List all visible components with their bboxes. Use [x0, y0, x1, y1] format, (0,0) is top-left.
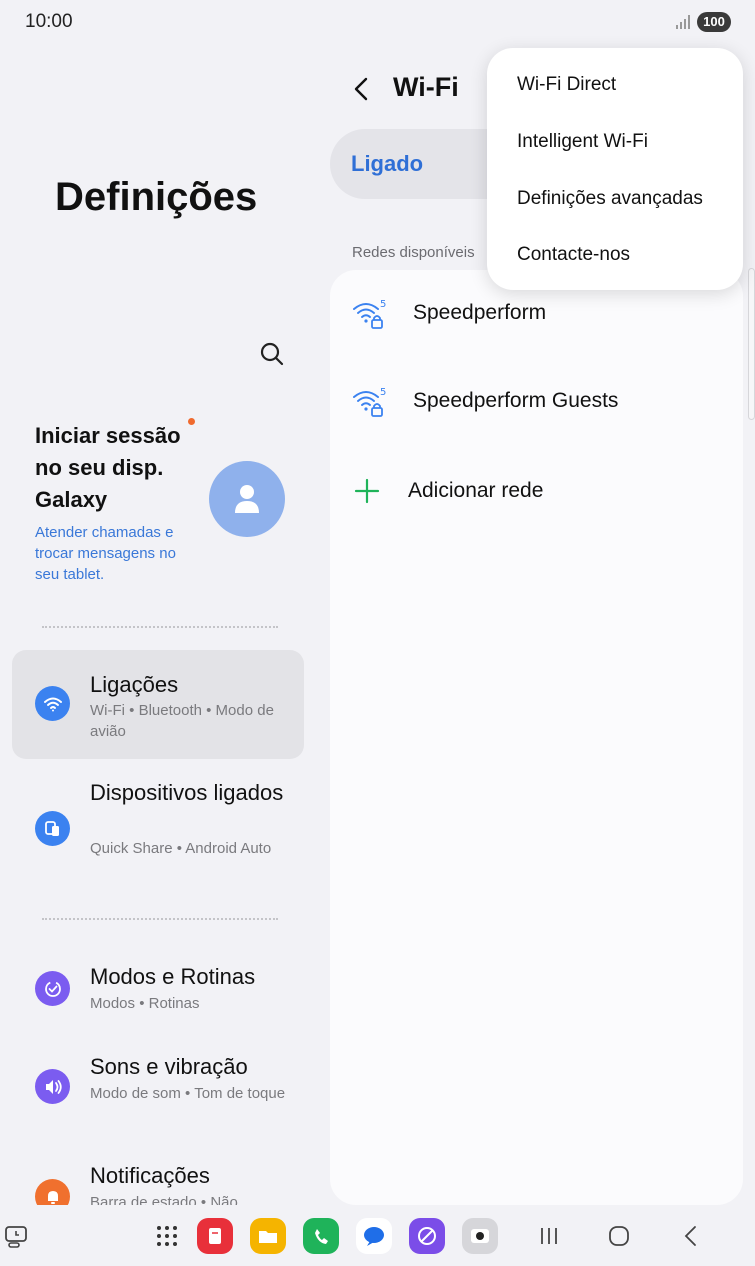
- battery-indicator: 100: [697, 12, 731, 32]
- messages-app-icon[interactable]: [356, 1218, 392, 1254]
- menu-item-contact-us[interactable]: Contacte-nos: [517, 244, 630, 266]
- settings-item-connections[interactable]: Ligações Wi-Fi • Bluetooth • Modo de avi…: [12, 650, 304, 759]
- menu-item-advanced-settings[interactable]: Definições avançadas: [517, 188, 703, 210]
- search-icon[interactable]: [257, 339, 287, 369]
- menu-item-title: Dispositivos ligados: [90, 780, 284, 805]
- menu-item-wifi-direct[interactable]: Wi-Fi Direct: [517, 74, 616, 96]
- clip-area: Notificações Barra de estado • Não: [0, 1150, 320, 1205]
- notification-dot: [188, 418, 195, 425]
- menu-item-subtitle: Modo de som • Tom de toque: [90, 1085, 286, 1102]
- apps-grid-icon[interactable]: [149, 1218, 185, 1254]
- menu-item-subtitle: Modos • Rotinas: [90, 995, 200, 1012]
- settings-item-sounds[interactable]: Sons e vibração Modo de som • Tom de toq…: [12, 1050, 304, 1130]
- notes-app-icon[interactable]: [197, 1218, 233, 1254]
- avatar[interactable]: [209, 461, 285, 537]
- internet-app-icon[interactable]: [409, 1218, 445, 1254]
- page-title: Definições: [55, 175, 258, 219]
- check-circle-icon: [35, 971, 70, 1006]
- recent-apps-panel-icon[interactable]: [4, 1224, 30, 1250]
- settings-item-notifications[interactable]: Notificações Barra de estado • Não: [12, 1159, 304, 1205]
- home-button[interactable]: [605, 1222, 633, 1250]
- network-name: Speedperform Guests: [413, 389, 619, 412]
- svg-text:5: 5: [380, 387, 386, 398]
- menu-item-subtitle: Barra de estado • Não: [90, 1194, 238, 1205]
- back-button[interactable]: [677, 1222, 705, 1250]
- menu-item-title: Ligações: [90, 672, 179, 697]
- divider: [42, 918, 278, 920]
- recents-button[interactable]: [535, 1222, 563, 1250]
- scroll-handle[interactable]: [748, 268, 755, 420]
- menu-item-title: Notificações: [90, 1163, 210, 1188]
- divider: [42, 626, 278, 628]
- sound-icon: [35, 1069, 70, 1104]
- wifi-5-locked-icon: 5: [353, 387, 386, 417]
- account-title: Iniciar sessão no seu disp. Galaxy: [35, 423, 181, 512]
- devices-icon: [35, 811, 70, 846]
- status-time: 10:00: [25, 11, 73, 32]
- menu-item-subtitle: Wi-Fi • Bluetooth • Modo de avião: [90, 702, 274, 740]
- networks-list: 5 Speedperform 5 Speedperform Guests Adi…: [330, 270, 743, 1205]
- add-network-label: Adicionar rede: [408, 479, 544, 502]
- camera-app-icon[interactable]: [462, 1218, 498, 1254]
- navigation-bar: [0, 1206, 755, 1266]
- signal-icon: [676, 15, 690, 29]
- wifi-icon: [35, 686, 70, 721]
- back-arrow-icon[interactable]: [350, 75, 374, 103]
- overflow-popup-menu: Wi-Fi Direct Intelligent Wi-Fi Definiçõe…: [487, 48, 743, 290]
- add-network-button[interactable]: Adicionar rede: [330, 446, 743, 534]
- wifi-5-locked-icon: 5: [353, 299, 386, 329]
- wifi-toggle-label: Ligado: [351, 151, 424, 176]
- menu-item-subtitle: Quick Share • Android Auto: [90, 840, 272, 857]
- phone-app-icon[interactable]: [303, 1218, 339, 1254]
- files-app-icon[interactable]: [250, 1218, 286, 1254]
- bell-icon: [35, 1179, 70, 1205]
- network-item[interactable]: 5 Speedperform Guests: [330, 358, 743, 446]
- person-icon: [235, 485, 259, 513]
- network-name: Speedperform: [413, 301, 547, 324]
- svg-text:5: 5: [380, 299, 386, 310]
- menu-item-intelligent-wifi[interactable]: Intelligent Wi-Fi: [517, 131, 648, 153]
- wifi-title: Wi-Fi: [393, 72, 459, 102]
- menu-item-title: Sons e vibração: [90, 1054, 248, 1079]
- menu-item-title: Modos e Rotinas: [90, 964, 256, 989]
- settings-item-connected-devices[interactable]: Dispositivos ligados Quick Share • Andro…: [12, 776, 304, 886]
- settings-item-modes-routines[interactable]: Modos e Rotinas Modos • Rotinas: [12, 960, 304, 1020]
- account-subtitle: Atender chamadas e trocar mensagens no s…: [35, 524, 176, 583]
- plus-icon: [354, 478, 380, 504]
- available-networks-label: Redes disponíveis: [352, 244, 475, 261]
- status-bar: 10:00 100: [0, 0, 755, 44]
